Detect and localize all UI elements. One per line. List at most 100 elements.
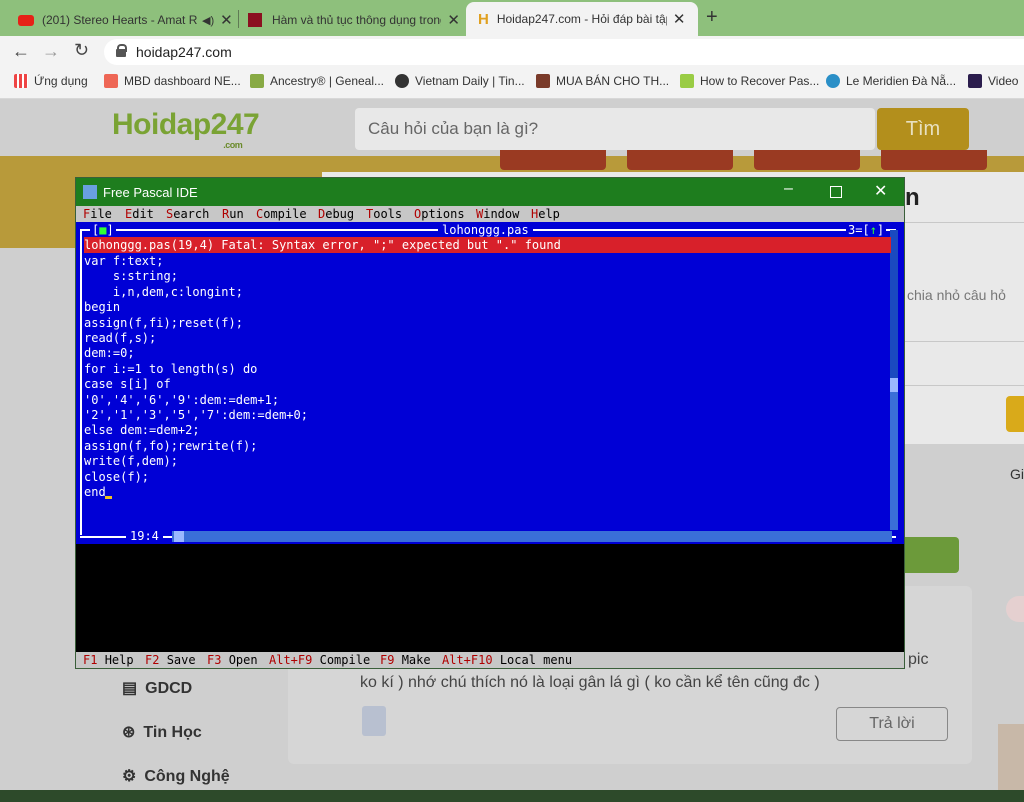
close-tab-icon[interactable]: ✕ <box>220 11 233 29</box>
building-icon <box>536 74 550 88</box>
back-icon[interactable]: ← <box>12 41 30 62</box>
close-tab-icon[interactable]: ✕ <box>447 11 460 29</box>
ide-menu-bar: File Edit Search Run Compile Debug Tools… <box>76 206 904 222</box>
address-bar[interactable] <box>104 39 1024 65</box>
video-q-icon <box>968 74 982 88</box>
bookmark-mbd[interactable]: MBD dashboard NE... <box>104 74 241 88</box>
status-f9-make[interactable]: F9 Make <box>380 653 431 667</box>
question-text: ko kí ) nhớ chú thích nó là loại gân lá … <box>360 674 820 691</box>
bookmark-vietnam-daily[interactable]: Vietnam Daily | Tin... <box>395 74 525 88</box>
category-pill[interactable] <box>500 150 606 170</box>
reload-icon[interactable]: ↻ <box>74 40 89 61</box>
code-line: var f:text; <box>84 254 164 268</box>
status-altf10-local-menu[interactable]: Alt+F10 Local menu <box>442 653 572 667</box>
menu-file[interactable]: File <box>83 207 112 221</box>
question-image-thumb[interactable] <box>362 706 386 736</box>
sidebar-item-cong-nghe[interactable]: ⚙ Công Nghệ <box>122 766 230 786</box>
menu-compile[interactable]: Compile <box>256 207 307 221</box>
bookmark-label: Video <box>988 74 1019 88</box>
error-message: lohonggg.pas(19,4) Fatal: Syntax error, … <box>84 237 891 253</box>
menu-run[interactable]: Run <box>222 207 244 221</box>
menu-edit[interactable]: Edit <box>125 207 154 221</box>
bookmark-label: MUA BÁN CHO TH... <box>556 74 670 88</box>
tab-hoidap-active[interactable]: H Hoidap247.com - Hỏi đáp bài tập ✕ <box>466 2 698 36</box>
new-tab-button[interactable]: + <box>706 6 718 29</box>
code-line: write(f,dem); <box>84 454 178 469</box>
editor-window[interactable]: [■] lohonggg.pas 3=[↑] 19:4 <box>76 222 904 544</box>
site-logo[interactable]: Hoidap247.com <box>112 108 260 150</box>
code-line: dem:=0; <box>84 346 135 361</box>
bookmark-label: MBD dashboard NE... <box>124 74 241 88</box>
globe-icon <box>395 74 409 88</box>
minimize-icon[interactable]: – <box>784 180 793 198</box>
close-window-icon[interactable]: ✕ <box>874 181 887 201</box>
tab-label: (201) Stereo Hearts - Amat R <box>42 13 198 27</box>
code-line: assign(f,fo);rewrite(f); <box>84 438 258 453</box>
code-line: close(f); <box>84 469 150 484</box>
bookmark-label: Vietnam Daily | Tin... <box>415 74 525 88</box>
sidebar-item-gdcd[interactable]: ▤ GDCD <box>122 678 192 698</box>
right-fragment: Gi <box>1010 466 1024 482</box>
window-number-text: 3 <box>848 223 856 237</box>
sidebar-item-tin-hoc[interactable]: ⊛ Tin Học <box>122 722 202 742</box>
code-line: end <box>84 485 106 499</box>
tab-label: Hoidap247.com - Hỏi đáp bài tập <box>496 12 667 26</box>
close-box[interactable]: [■] <box>90 223 116 237</box>
doc-icon <box>248 13 262 27</box>
status-f3-open[interactable]: F3 Open <box>207 653 258 667</box>
forward-icon[interactable]: → <box>42 41 60 62</box>
bookmark-label: Ancestry® | Geneal... <box>270 74 385 88</box>
code-line: else dem:=dem+2; <box>84 423 200 438</box>
zoom-icon[interactable]: ↑ <box>870 223 877 237</box>
modal-text: chia nhỏ câu hỏ <box>907 287 1006 303</box>
answer-button[interactable]: Trả lời <box>836 707 948 741</box>
bookmark-le-meridien[interactable]: Le Meridien Đà Nẵ... <box>826 74 956 88</box>
menu-options[interactable]: Options <box>414 207 465 221</box>
cursor-position: 19:4 <box>126 529 163 543</box>
vertical-scrollbar[interactable] <box>890 230 898 530</box>
url-text: hoidap247.com <box>136 44 232 60</box>
question-text: pic <box>908 651 929 668</box>
bookmark-mua-ban[interactable]: MUA BÁN CHO TH... <box>536 74 669 88</box>
category-pill[interactable] <box>754 150 860 170</box>
bookmark-recover-pass[interactable]: How to Recover Pas... <box>680 74 819 88</box>
tab-pascal-doc[interactable]: Hàm và thủ tục thông dụng trong ✕ <box>248 4 460 36</box>
code-line: assign(f,fi);reset(f); <box>84 315 243 330</box>
menu-tools[interactable]: Tools <box>366 207 402 221</box>
recover-icon <box>680 74 694 88</box>
tab-youtube[interactable]: (201) Stereo Hearts - Amat R ◀) ✕ <box>18 4 236 36</box>
maximize-icon[interactable] <box>830 186 842 198</box>
status-altf9-compile[interactable]: Alt+F9 Compile <box>269 653 370 667</box>
side-image <box>998 724 1024 790</box>
search-button[interactable]: Tìm <box>877 108 969 150</box>
menu-help[interactable]: Help <box>531 207 560 221</box>
bookmark-apps[interactable]: Ứng dụng <box>14 74 88 88</box>
bookmark-video[interactable]: Video <box>968 74 1018 88</box>
menu-window[interactable]: Window <box>476 207 519 221</box>
code-line: i,n,dem,c:longint; <box>84 284 243 299</box>
code-line: '2','1','3','5','7':dem:=dem+0; <box>84 408 308 422</box>
status-f2-save[interactable]: F2 Save <box>145 653 196 667</box>
category-pill[interactable] <box>627 150 733 170</box>
code-line: case s[i] of <box>84 377 171 392</box>
sidebar-label: GDCD <box>145 680 193 697</box>
category-pill[interactable] <box>881 150 987 170</box>
tab-separator <box>238 10 239 28</box>
window-number: 3=[↑] <box>846 223 887 237</box>
status-f1-help[interactable]: F1 Help <box>83 653 134 667</box>
ide-title-bar[interactable]: Free Pascal IDE – ✕ <box>76 178 904 206</box>
divider <box>903 341 1024 342</box>
menu-search[interactable]: Search <box>166 207 209 221</box>
sidebar-label: Công Nghệ <box>144 768 230 785</box>
sidebar-label: Tin Học <box>143 724 202 741</box>
youtube-icon <box>18 14 34 26</box>
search-placeholder: Câu hỏi của bạn là gì? <box>368 119 539 138</box>
bookmark-label: Ứng dụng <box>34 74 88 88</box>
close-tab-icon[interactable]: ✕ <box>673 10 686 28</box>
horizontal-scrollbar[interactable] <box>172 531 892 542</box>
bookmark-label: Le Meridien Đà Nẵ... <box>846 74 957 88</box>
menu-debug[interactable]: Debug <box>318 207 354 221</box>
bookmark-ancestry[interactable]: Ancestry® | Geneal... <box>250 74 384 88</box>
send-button[interactable] <box>1006 396 1024 432</box>
code-line: read(f,s); <box>84 331 157 345</box>
